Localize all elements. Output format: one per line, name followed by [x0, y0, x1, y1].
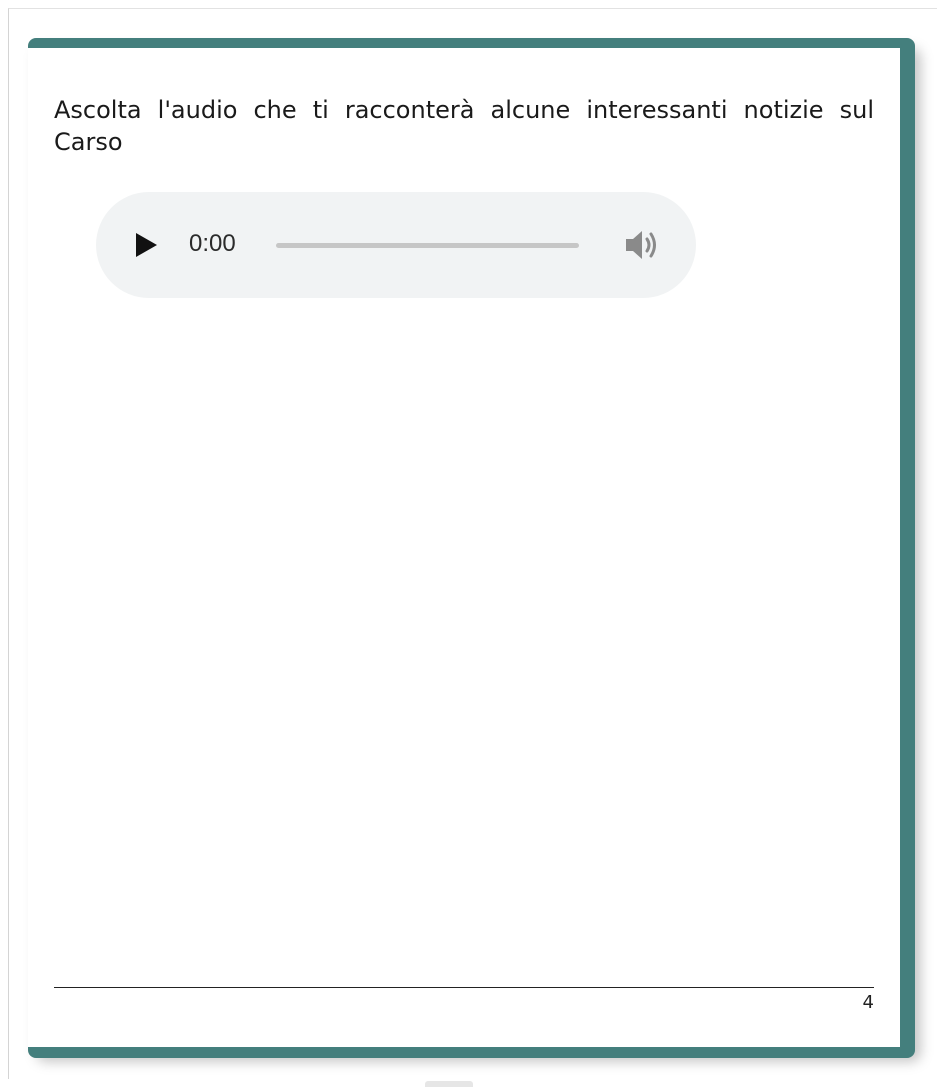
- bottom-tab: [425, 1081, 473, 1087]
- intro-text: Ascolta l'audio che ti racconterà alcune…: [54, 96, 874, 156]
- footer-divider: [54, 987, 874, 988]
- current-time: 0:00: [189, 230, 236, 257]
- page: Ascolta l'audio che ti racconterà alcune…: [28, 48, 900, 1047]
- volume-icon: [626, 231, 656, 259]
- play-icon: [136, 233, 157, 257]
- progress-slider[interactable]: [276, 243, 579, 248]
- audio-player: 0:00: [96, 192, 696, 298]
- page-number: 4: [862, 992, 874, 1013]
- volume-button[interactable]: [624, 228, 662, 262]
- play-button[interactable]: [130, 230, 160, 260]
